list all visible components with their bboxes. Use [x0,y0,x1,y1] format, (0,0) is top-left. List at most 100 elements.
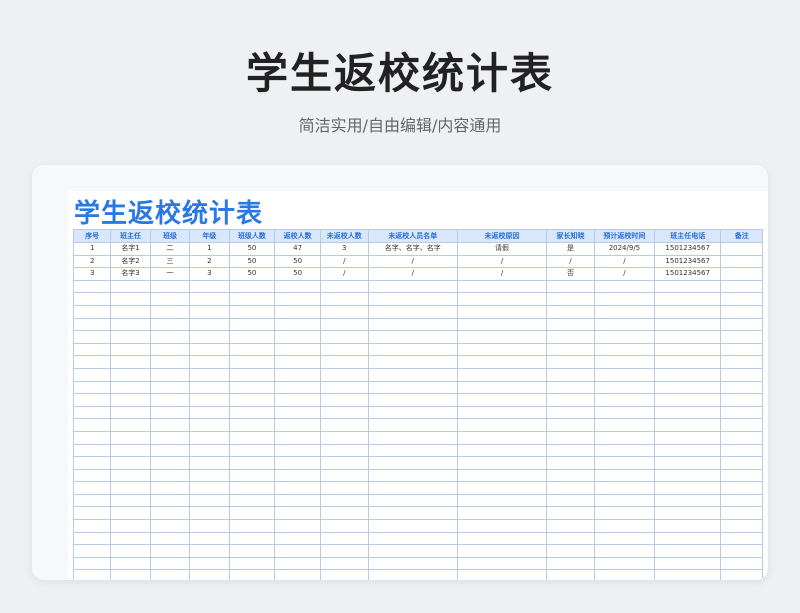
table-cell[interactable]: 1501234567 [653,254,722,269]
table-cell[interactable] [546,304,595,319]
table-cell[interactable] [189,430,230,445]
table-cell[interactable] [367,481,458,495]
table-cell[interactable] [456,304,548,319]
table-cell[interactable] [456,569,548,580]
table-cell[interactable] [72,405,112,420]
table-cell[interactable]: 一 [149,267,191,281]
table-cell[interactable]: 47 [274,242,321,256]
table-cell[interactable] [367,468,458,483]
table-cell[interactable] [72,481,112,495]
table-cell[interactable] [274,292,321,306]
table-cell[interactable]: 3 [319,242,369,256]
table-cell[interactable] [274,556,321,571]
table-cell[interactable] [110,519,151,533]
table-cell[interactable] [593,304,656,319]
table-cell[interactable]: / [456,267,548,281]
table-cell[interactable] [546,405,595,420]
table-cell[interactable] [546,493,595,508]
table-cell[interactable] [456,544,548,558]
table-cell[interactable] [720,556,763,571]
column-header[interactable]: 家长知晓 [546,229,595,243]
table-cell[interactable] [149,342,191,357]
table-cell[interactable] [720,493,763,508]
table-cell[interactable] [367,493,458,508]
table-cell[interactable] [228,405,276,420]
table-cell[interactable] [189,556,230,571]
table-cell[interactable] [274,468,321,483]
table-cell[interactable] [593,531,656,546]
table-cell[interactable] [319,292,369,306]
table-cell[interactable] [593,330,656,344]
table-cell[interactable] [149,556,191,571]
table-cell[interactable] [228,443,276,458]
table-cell[interactable]: / [319,267,369,281]
table-cell[interactable] [228,481,276,495]
table-cell[interactable] [720,405,763,420]
table-cell[interactable] [653,342,722,357]
table-cell[interactable] [593,405,656,420]
table-cell[interactable] [110,531,151,546]
table-cell[interactable] [319,279,369,294]
table-cell[interactable] [456,430,548,445]
table-cell[interactable] [274,443,321,458]
table-cell[interactable] [367,317,458,332]
table-cell[interactable] [319,330,369,344]
table-cell[interactable]: 三 [149,254,191,269]
table-cell[interactable] [653,506,722,521]
table-cell[interactable] [653,556,722,571]
table-cell[interactable] [593,418,656,432]
table-cell[interactable] [456,317,548,332]
table-cell[interactable] [546,506,595,521]
table-cell[interactable] [228,393,276,407]
table-cell[interactable] [149,330,191,344]
table-cell[interactable] [720,481,763,495]
table-cell[interactable] [110,468,151,483]
table-cell[interactable]: 3 [72,267,112,281]
table-cell[interactable]: 名字3 [110,267,151,281]
table-cell[interactable] [546,355,595,369]
table-cell[interactable] [319,544,369,558]
table-cell[interactable] [228,456,276,470]
table-cell[interactable]: 名字、名字、名字 [367,242,458,256]
table-cell[interactable] [456,519,548,533]
table-cell[interactable] [149,317,191,332]
table-cell[interactable] [228,569,276,580]
table-cell[interactable] [72,569,112,580]
table-cell[interactable] [546,330,595,344]
table-cell[interactable] [274,456,321,470]
table-cell[interactable]: 50 [228,254,276,269]
table-cell[interactable] [72,292,112,306]
table-cell[interactable] [149,304,191,319]
table-cell[interactable]: 50 [274,267,321,281]
table-cell[interactable] [319,531,369,546]
table-cell[interactable]: 1501234567 [653,267,722,281]
table-cell[interactable] [546,569,595,580]
table-cell[interactable] [456,393,548,407]
table-cell[interactable] [189,330,230,344]
table-cell[interactable] [228,418,276,432]
table-cell[interactable] [720,393,763,407]
table-cell[interactable] [653,330,722,344]
table-cell[interactable] [720,430,763,445]
table-cell[interactable] [367,330,458,344]
table-cell[interactable] [110,481,151,495]
table-cell[interactable] [456,506,548,521]
table-cell[interactable]: / [593,267,656,281]
table-cell[interactable] [149,279,191,294]
table-cell[interactable] [149,443,191,458]
table-cell[interactable] [367,380,458,395]
table-cell[interactable] [274,544,321,558]
table-cell[interactable] [149,405,191,420]
table-cell[interactable] [149,544,191,558]
table-cell[interactable] [720,456,763,470]
table-cell[interactable] [228,304,276,319]
table-cell[interactable] [189,443,230,458]
column-header[interactable]: 年级 [189,229,230,243]
table-cell[interactable]: 是 [546,242,595,256]
table-cell[interactable] [653,317,722,332]
table-cell[interactable] [228,279,276,294]
table-cell[interactable] [720,506,763,521]
table-cell[interactable] [189,481,230,495]
table-cell[interactable] [653,519,722,533]
table-cell[interactable] [593,569,656,580]
